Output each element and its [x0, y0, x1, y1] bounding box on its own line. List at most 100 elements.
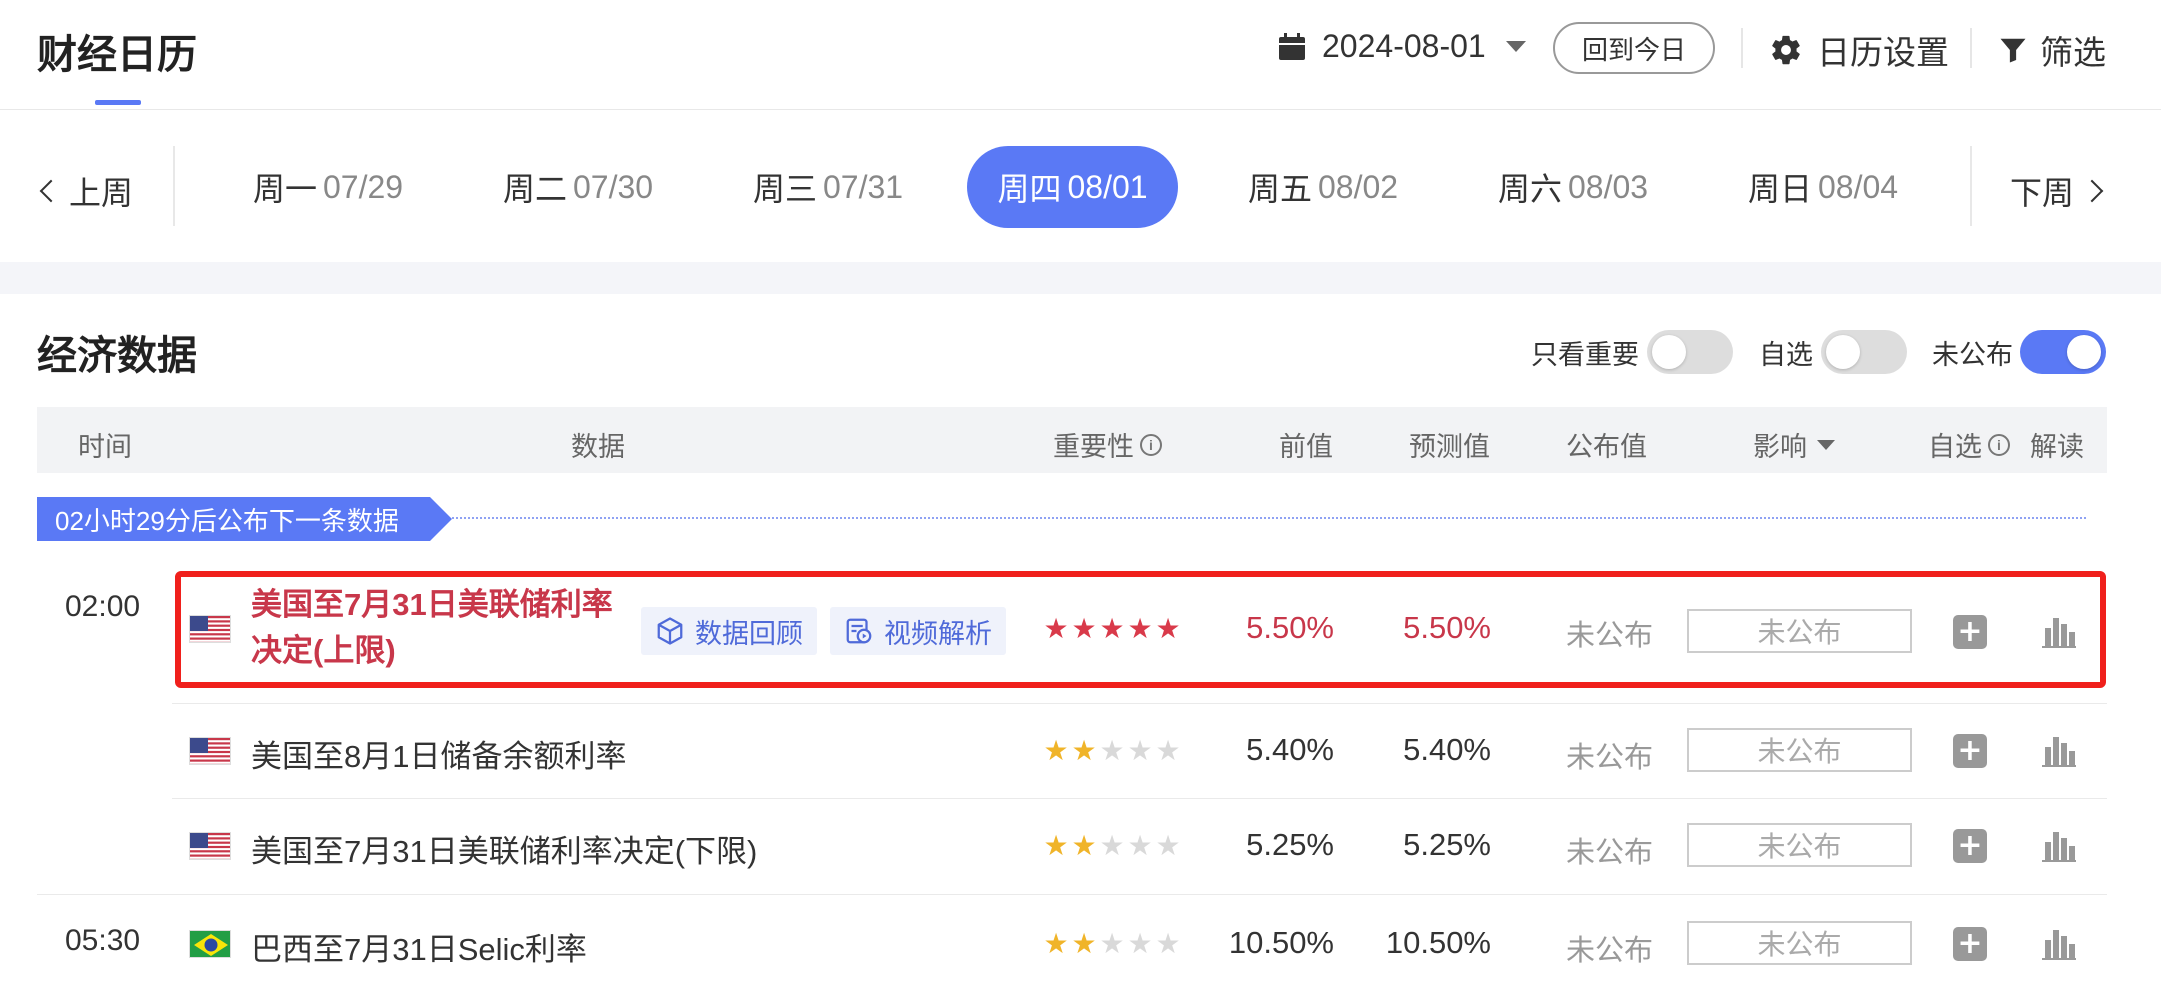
date-value: 2024-08-01: [1322, 28, 1486, 64]
caret-down-icon: [1505, 41, 1526, 52]
add-to-watchlist-button[interactable]: +: [1953, 829, 1987, 863]
actual-value: 未公布: [1566, 935, 1654, 967]
bar-chart-icon[interactable]: [2042, 733, 2076, 767]
previous-value: 5.40%: [1246, 732, 1334, 767]
day-tab-tue[interactable]: 周二 07/30: [468, 146, 688, 228]
day-date: 07/30: [572, 168, 654, 205]
chevron-right-icon: [2080, 179, 2104, 203]
back-to-today-button[interactable]: 回到今日: [1553, 22, 1715, 74]
col-impact[interactable]: 影响: [1753, 425, 1835, 464]
forecast-value: 5.40%: [1403, 732, 1491, 767]
col-forecast: 预测值: [1409, 432, 1490, 462]
impact-value: 未公布: [1687, 728, 1912, 772]
star-filled-icon: ★: [1071, 829, 1097, 862]
previous-week-label: 上周: [69, 175, 134, 211]
event-time: 02:00: [65, 590, 141, 623]
day-date: 08/04: [1817, 168, 1899, 205]
unpublished-toggle[interactable]: [2020, 330, 2106, 374]
section-title: 经济数据: [37, 334, 197, 378]
calendar-settings-button[interactable]: 日历设置: [1769, 26, 1949, 74]
toggle-knob: [1652, 335, 1686, 369]
day-name: 周日: [1747, 171, 1812, 207]
importance-stars: ★ ★ ★ ★ ★: [1042, 737, 1182, 765]
section-separator: [0, 262, 2161, 294]
day-date: 08/03: [1567, 168, 1649, 205]
filter-button[interactable]: 筛选: [1998, 26, 2106, 74]
actual-value: 未公布: [1566, 742, 1654, 774]
us-flag-icon: [189, 737, 231, 765]
col-previous: 前值: [1279, 432, 1333, 462]
bar-chart-icon[interactable]: [2042, 828, 2076, 862]
star-filled-icon: ★: [1071, 927, 1097, 960]
calendar-settings-label: 日历设置: [1817, 34, 1949, 71]
day-name: 周四: [997, 171, 1062, 207]
row-divider: [37, 894, 2107, 895]
header: 财经日历 2024-08-01 回到今日 日历设置 筛选: [0, 0, 2161, 110]
gear-icon: [1772, 35, 1800, 65]
date-picker[interactable]: 2024-08-01: [1278, 28, 1526, 65]
watchlist-filter-label: 自选: [1759, 340, 1813, 370]
importance-stars: ★ ★ ★ ★ ★: [1042, 832, 1182, 860]
us-flag-icon: [189, 832, 231, 860]
important-only-toggle[interactable]: [1647, 330, 1733, 374]
countdown-banner: 02小时29分后公布下一条数据: [37, 497, 430, 541]
next-week-label: 下周: [2010, 175, 2075, 211]
star-empty-icon: ★: [1127, 927, 1153, 960]
forecast-value: 5.25%: [1403, 827, 1491, 862]
actual-value: 未公布: [1566, 837, 1654, 869]
col-watchlist-label: 自选: [1928, 432, 1982, 462]
caret-down-icon: [1817, 439, 1835, 450]
col-importance-label: 重要性: [1053, 432, 1134, 462]
previous-value: 10.50%: [1228, 925, 1334, 960]
event-time: 05:30: [65, 924, 141, 957]
divider: [1741, 28, 1743, 68]
star-empty-icon: ★: [1099, 829, 1125, 862]
row-divider: [172, 703, 2107, 704]
col-analysis: 解读: [2030, 432, 2084, 462]
day-date: 08/01: [1067, 168, 1148, 205]
importance-stars: ★ ★ ★ ★ ★: [1042, 930, 1182, 958]
impact-value: 未公布: [1687, 823, 1912, 867]
event-name[interactable]: 美国至7月31日美联储利率决定(下限): [251, 826, 757, 871]
bar-chart-icon[interactable]: [2042, 926, 2076, 960]
day-tab-thu[interactable]: 周四 08/01: [967, 146, 1178, 228]
day-name: 周六: [1497, 171, 1562, 207]
event-name[interactable]: 巴西至7月31日Selic利率: [251, 924, 587, 969]
add-to-watchlist-button[interactable]: +: [1953, 927, 1987, 961]
impact-value: 未公布: [1687, 921, 1912, 965]
col-actual: 公布值: [1566, 432, 1647, 462]
next-week-button[interactable]: 下周: [2010, 168, 2104, 214]
day-tab-mon[interactable]: 周一 07/29: [218, 146, 438, 228]
divider: [1970, 146, 1972, 226]
day-tab-sat[interactable]: 周六 08/03: [1463, 146, 1683, 228]
day-tab-sun[interactable]: 周日 08/04: [1713, 146, 1933, 228]
day-tab-wed[interactable]: 周三 07/31: [718, 146, 938, 228]
day-name: 周二: [502, 171, 567, 207]
day-name: 周三: [752, 171, 817, 207]
info-icon[interactable]: i: [1988, 433, 2010, 456]
calendar-icon: [1279, 32, 1305, 60]
col-time: 时间: [78, 432, 132, 462]
highlight-box: [175, 571, 2106, 688]
watchlist-filter-toggle[interactable]: [1821, 330, 1907, 374]
page-title: 财经日历: [37, 33, 197, 77]
day-name: 周一: [252, 171, 317, 207]
info-icon[interactable]: i: [1140, 433, 1162, 456]
col-importance: 重要性 i: [1053, 425, 1162, 464]
title-underline: [95, 100, 141, 105]
day-date: 08/02: [1317, 168, 1399, 205]
previous-week-button[interactable]: 上周: [39, 168, 134, 214]
chevron-left-icon: [39, 179, 63, 203]
table-header: 时间 数据 重要性 i 前值 预测值 公布值 影响 自选 i 解读: [37, 407, 2107, 473]
brazil-flag-icon: [189, 930, 231, 958]
star-filled-icon: ★: [1043, 829, 1069, 862]
filter-label: 筛选: [2040, 34, 2106, 71]
add-to-watchlist-button[interactable]: +: [1953, 734, 1987, 768]
toggle-knob: [2067, 335, 2101, 369]
day-name: 周五: [1247, 171, 1312, 207]
previous-value: 5.25%: [1246, 827, 1334, 862]
day-tab-fri[interactable]: 周五 08/02: [1213, 146, 1433, 228]
row-divider: [172, 798, 2107, 799]
forecast-value: 10.50%: [1385, 925, 1491, 960]
event-name[interactable]: 美国至8月1日储备余额利率: [251, 731, 626, 776]
